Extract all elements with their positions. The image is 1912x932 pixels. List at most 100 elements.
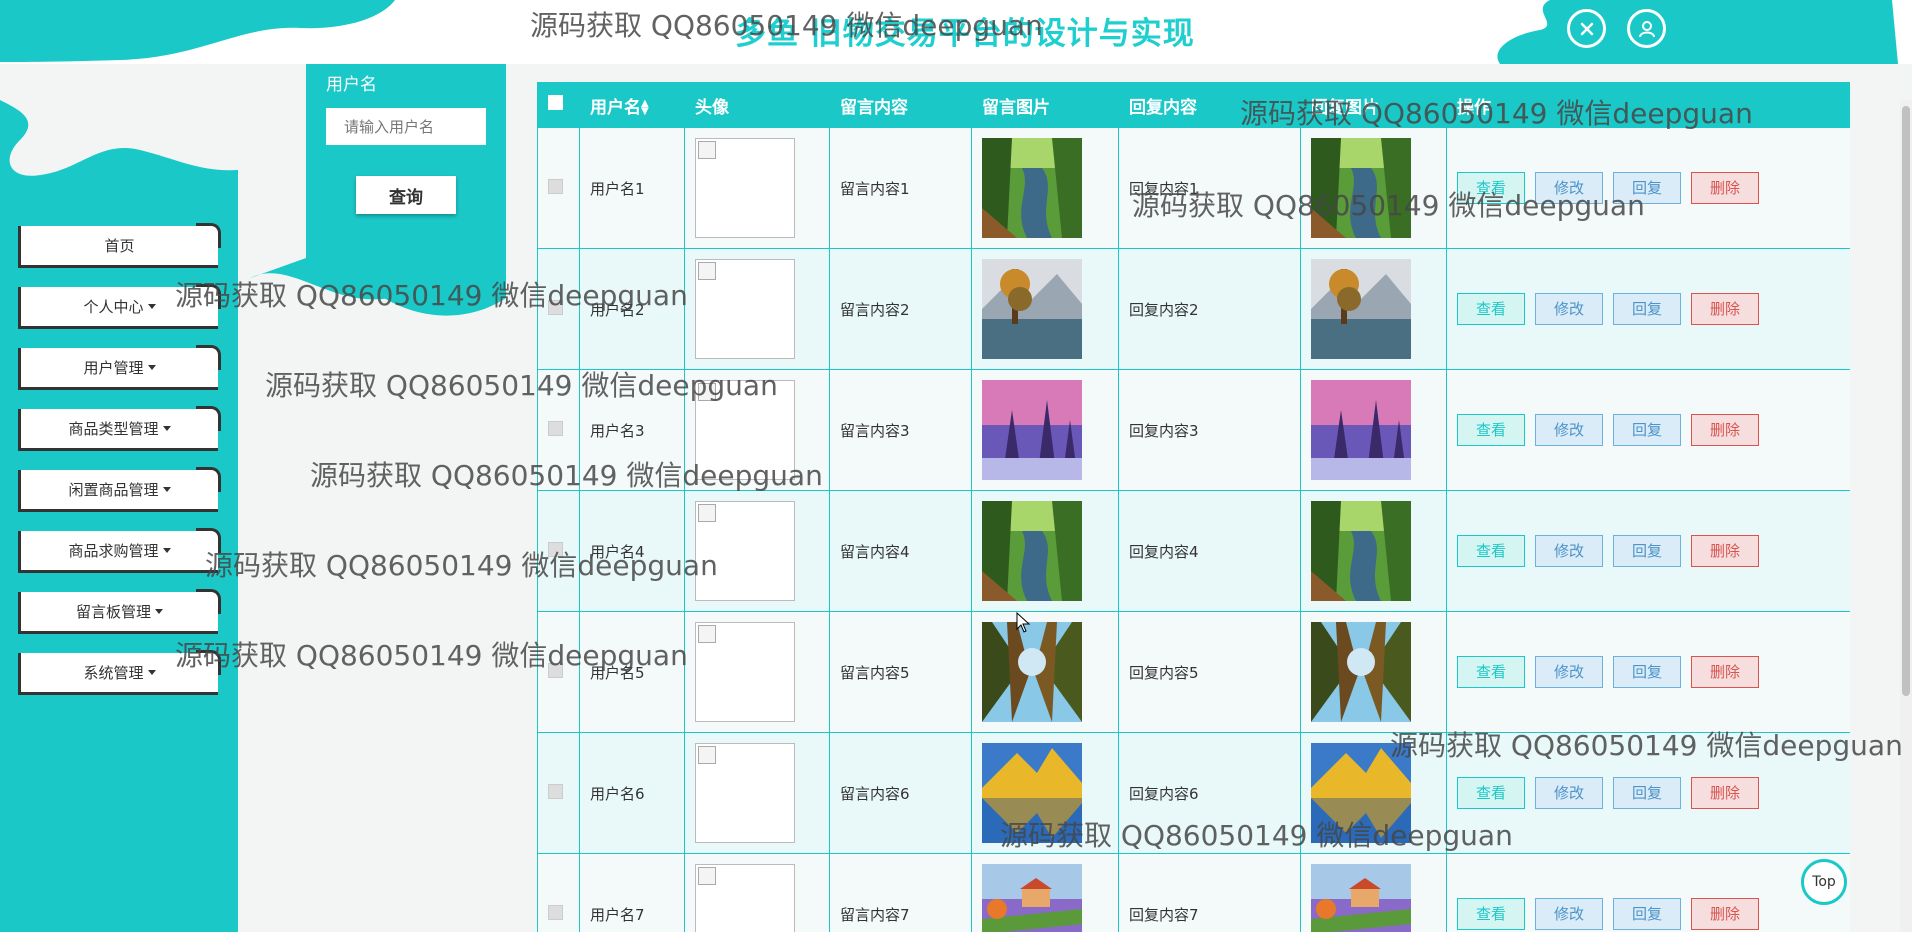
delete-button[interactable]: 删除 bbox=[1691, 535, 1759, 567]
username-cell: 用户名1 bbox=[579, 127, 685, 249]
reply-button[interactable]: 回复 bbox=[1613, 777, 1681, 809]
header-left-decoration bbox=[0, 0, 395, 62]
delete-button[interactable]: 删除 bbox=[1691, 293, 1759, 325]
search-panel-wave bbox=[250, 258, 506, 316]
reply-image bbox=[1311, 380, 1436, 480]
reply-button[interactable]: 回复 bbox=[1613, 656, 1681, 688]
actions-cell: 查看 修改 回复 删除 bbox=[1446, 127, 1850, 249]
table-row: 用户名7 留言内容7 回复内容7 查看 修改 回复 删除 bbox=[537, 853, 1850, 932]
row-checkbox[interactable] bbox=[548, 783, 563, 799]
message-image-cell bbox=[971, 490, 1119, 612]
sidebar-item-3[interactable]: 商品类型管理 bbox=[18, 406, 221, 451]
reply-image-cell bbox=[1300, 853, 1447, 932]
column-header-message: 留言内容 bbox=[829, 82, 972, 128]
edit-button[interactable]: 修改 bbox=[1535, 777, 1603, 809]
delete-button[interactable]: 删除 bbox=[1691, 777, 1759, 809]
mouse-cursor-icon bbox=[1016, 612, 1031, 633]
edit-button[interactable]: 修改 bbox=[1535, 293, 1603, 325]
username-search-input[interactable] bbox=[326, 108, 486, 145]
view-button[interactable]: 查看 bbox=[1457, 293, 1525, 325]
delete-button[interactable]: 删除 bbox=[1691, 898, 1759, 930]
delete-button[interactable]: 删除 bbox=[1691, 656, 1759, 688]
table-row: 用户名3 留言内容3 回复内容3 查看 修改 回复 删除 bbox=[537, 369, 1850, 491]
table-row: 用户名6 留言内容6 回复内容6 查看 修改 回复 删除 bbox=[537, 732, 1850, 854]
reply-button[interactable]: 回复 bbox=[1613, 535, 1681, 567]
edit-button[interactable]: 修改 bbox=[1535, 414, 1603, 446]
edit-button[interactable]: 修改 bbox=[1535, 535, 1603, 567]
reply-button[interactable]: 回复 bbox=[1613, 898, 1681, 930]
reply-button[interactable]: 回复 bbox=[1613, 293, 1681, 325]
message-image bbox=[982, 380, 1108, 480]
row-checkbox[interactable] bbox=[548, 178, 563, 194]
search-button[interactable]: 查询 bbox=[356, 176, 456, 214]
sidebar-item-7[interactable]: 系统管理 bbox=[18, 650, 221, 695]
select-all-checkbox[interactable] bbox=[548, 95, 563, 110]
delete-button[interactable]: 删除 bbox=[1691, 172, 1759, 204]
caret-down-icon bbox=[147, 365, 156, 370]
page-title: 多鱼 旧物交易平台的设计与实现 bbox=[735, 16, 1195, 52]
sidebar-item-5[interactable]: 商品求购管理 bbox=[18, 528, 221, 573]
delete-button[interactable]: 删除 bbox=[1691, 414, 1759, 446]
reply-image-cell bbox=[1300, 248, 1447, 370]
edit-button[interactable]: 修改 bbox=[1535, 898, 1603, 930]
avatar-cell bbox=[684, 127, 830, 249]
row-select-cell bbox=[537, 732, 580, 854]
caret-down-icon bbox=[147, 670, 156, 675]
message-content-cell: 留言内容5 bbox=[829, 611, 972, 733]
sidebar-item-6[interactable]: 留言板管理 bbox=[18, 589, 221, 634]
reply-content-cell: 回复内容4 bbox=[1118, 490, 1301, 612]
sidebar-item-4[interactable]: 闲置商品管理 bbox=[18, 467, 221, 512]
vertical-scrollbar[interactable] bbox=[1900, 100, 1912, 932]
table-row: 用户名1 留言内容1 回复内容1 查看 修改 回复 删除 bbox=[537, 127, 1850, 249]
broken-image-icon bbox=[695, 501, 795, 601]
scrollbar-thumb[interactable] bbox=[1902, 106, 1910, 696]
reply-content-cell: 回复内容7 bbox=[1118, 853, 1301, 932]
row-checkbox[interactable] bbox=[548, 662, 563, 678]
edit-button[interactable]: 修改 bbox=[1535, 172, 1603, 204]
username-cell: 用户名6 bbox=[579, 732, 685, 854]
avatar-cell bbox=[684, 369, 830, 491]
row-checkbox[interactable] bbox=[548, 541, 563, 557]
row-checkbox[interactable] bbox=[548, 420, 563, 436]
sidebar-item-0[interactable]: 首页 bbox=[18, 223, 221, 268]
sidebar-item-label: 首页 bbox=[104, 237, 135, 255]
row-checkbox[interactable] bbox=[548, 299, 563, 315]
back-to-top-button[interactable]: Top bbox=[1801, 859, 1847, 905]
caret-down-icon bbox=[147, 304, 156, 309]
view-button[interactable]: 查看 bbox=[1457, 414, 1525, 446]
sidebar-item-1[interactable]: 个人中心 bbox=[18, 284, 221, 329]
sidebar-item-label: 商品类型管理 bbox=[68, 420, 159, 438]
view-button[interactable]: 查看 bbox=[1457, 535, 1525, 567]
sidebar-item-label: 闲置商品管理 bbox=[68, 481, 159, 499]
view-button[interactable]: 查看 bbox=[1457, 898, 1525, 930]
reply-button[interactable]: 回复 bbox=[1613, 414, 1681, 446]
reply-image bbox=[1311, 259, 1436, 359]
row-select-cell bbox=[537, 369, 580, 491]
view-button[interactable]: 查看 bbox=[1457, 777, 1525, 809]
message-image-cell bbox=[971, 127, 1119, 249]
edit-button[interactable]: 修改 bbox=[1535, 656, 1603, 688]
view-button[interactable]: 查看 bbox=[1457, 172, 1525, 204]
avatar-cell bbox=[684, 248, 830, 370]
sort-icon[interactable]: ▲ ▼ bbox=[641, 98, 649, 116]
user-profile-button[interactable] bbox=[1627, 9, 1666, 48]
message-image bbox=[982, 501, 1108, 601]
user-icon bbox=[1638, 20, 1655, 37]
reply-content-cell: 回复内容2 bbox=[1118, 248, 1301, 370]
message-image-cell bbox=[971, 853, 1119, 932]
username-cell: 用户名2 bbox=[579, 248, 685, 370]
reply-image-cell bbox=[1300, 369, 1447, 491]
actions-cell: 查看 修改 回复 删除 bbox=[1446, 611, 1850, 733]
view-button[interactable]: 查看 bbox=[1457, 656, 1525, 688]
reply-image bbox=[1311, 138, 1436, 238]
broken-image-icon bbox=[695, 864, 795, 932]
sidebar-item-2[interactable]: 用户管理 bbox=[18, 345, 221, 390]
row-select-cell bbox=[537, 490, 580, 612]
close-button[interactable] bbox=[1567, 9, 1606, 48]
reply-button[interactable]: 回复 bbox=[1613, 172, 1681, 204]
reply-image-cell bbox=[1300, 490, 1447, 612]
reply-image-cell bbox=[1300, 732, 1447, 854]
column-header-avatar: 头像 bbox=[684, 82, 830, 128]
column-header-username[interactable]: 用户名▲ ▼ bbox=[579, 82, 685, 128]
row-checkbox[interactable] bbox=[548, 904, 563, 920]
